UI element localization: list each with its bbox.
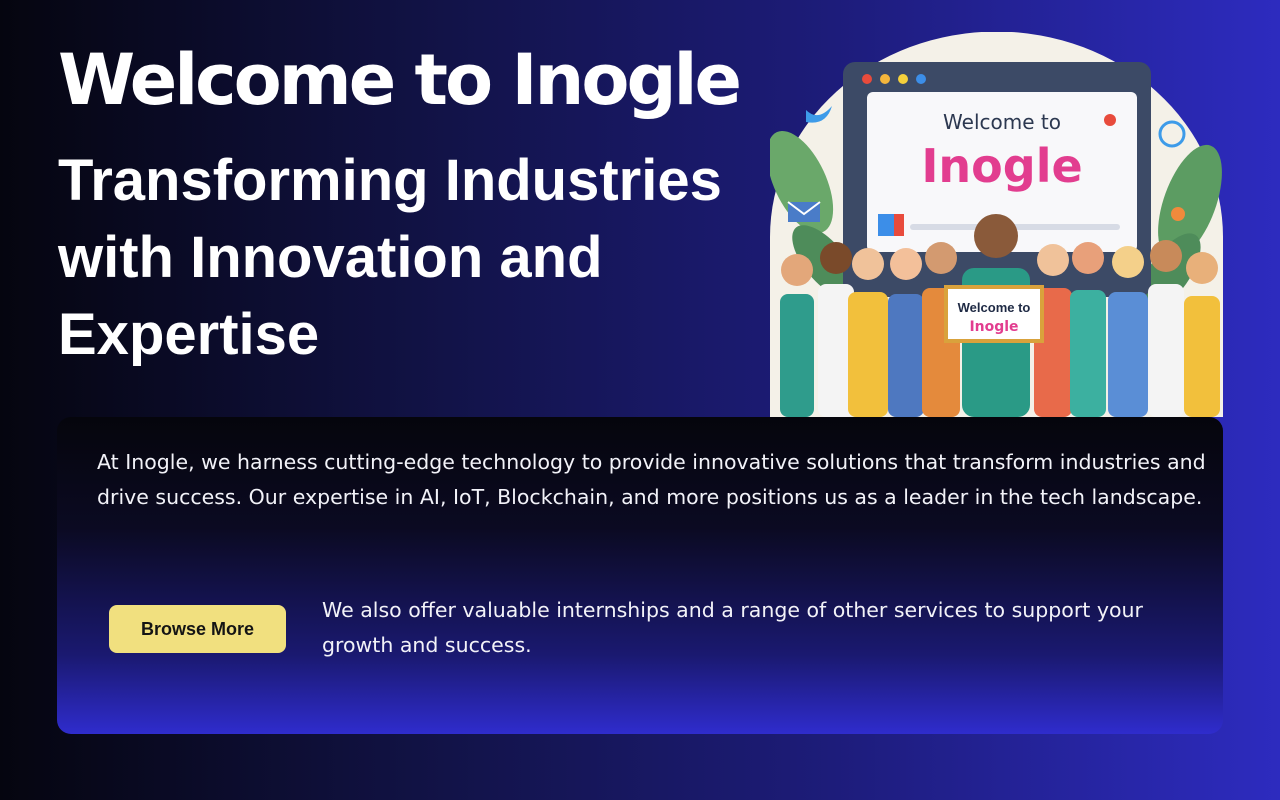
location-pin-icon [1171,207,1185,221]
intro-paragraph: At Inogle, we harness cutting-edge techn… [97,450,1206,509]
gear-icon [1104,114,1116,126]
hero-title: Welcome to Inogle [58,39,742,121]
welcome-illustration: Welcome to Inogle Welcome to Inogle [770,32,1223,417]
services-paragraph: We also offer valuable internships and a… [322,598,1143,657]
sign-brand: Inogle [969,319,1018,335]
screen-heading: Welcome to [943,110,1061,134]
email-icon [787,201,821,222]
browse-more-button[interactable]: Browse More [109,605,286,653]
hero-subtitle: Transforming Industries with Innovation … [58,148,722,367]
info-card: At Inogle, we harness cutting-edge techn… [57,417,1223,734]
sign-heading: Welcome to [958,300,1031,315]
screen-brand: Inogle [921,139,1082,193]
